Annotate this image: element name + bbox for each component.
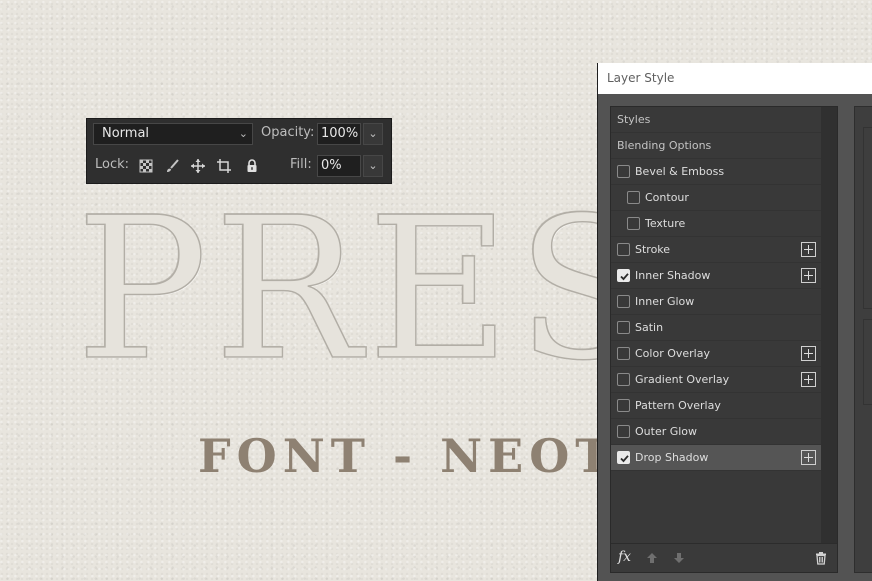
style-checkbox-contour[interactable] — [627, 191, 640, 204]
style-checkbox-stroke[interactable] — [617, 243, 630, 256]
subtitle-line: FONT - NEOTH — [198, 429, 665, 483]
lock-fill-row: Lock: Fill: 0% ⌄ — [87, 153, 391, 181]
style-item-satin[interactable]: Satin — [611, 315, 821, 341]
lock-transparent-pixels-icon[interactable] — [138, 158, 154, 174]
fx-icon[interactable]: fx — [618, 549, 631, 565]
embossed-headline: PRES — [75, 176, 657, 404]
style-item-color-overlay[interactable]: Color Overlay — [611, 341, 821, 367]
lock-artboard-icon[interactable] — [216, 158, 232, 174]
style-item-label: Stroke — [635, 243, 671, 256]
style-item-label: Gradient Overlay — [635, 373, 730, 386]
style-item-label: Color Overlay — [635, 347, 710, 360]
dialog-title: Layer Style — [607, 71, 675, 85]
style-checkbox-pattern-overlay[interactable] — [617, 399, 630, 412]
style-item-styles[interactable]: Styles — [611, 107, 821, 133]
style-item-stroke[interactable]: Stroke — [611, 237, 821, 263]
style-item-label: Blending Options — [617, 139, 712, 152]
style-item-label: Inner Glow — [635, 295, 695, 308]
lock-position-icon[interactable] — [190, 158, 206, 174]
style-item-label: Drop Shadow — [635, 451, 709, 464]
style-item-label: Inner Shadow — [635, 269, 711, 282]
blend-mode-value: Normal — [102, 126, 150, 141]
move-up-icon[interactable] — [645, 550, 659, 569]
style-item-blending-options[interactable]: Blending Options — [611, 133, 821, 159]
style-checkbox-inner-shadow[interactable] — [617, 269, 630, 282]
style-checkbox-drop-shadow[interactable] — [617, 451, 630, 464]
opacity-label: Opacity: — [261, 125, 315, 140]
style-item-drop-shadow[interactable]: Drop Shadow — [611, 445, 821, 471]
style-item-texture[interactable]: Texture — [611, 211, 821, 237]
layer-style-dialog: Layer Style Styles Blending Options Bevel … — [597, 63, 872, 581]
style-item-bevel-emboss[interactable]: Bevel & Emboss — [611, 159, 821, 185]
move-down-icon[interactable] — [672, 550, 686, 569]
styles-scrollbar[interactable] — [821, 107, 837, 545]
blend-mode-select[interactable]: Normal ⌄ — [93, 123, 253, 145]
lock-all-icon[interactable] — [244, 158, 260, 174]
style-settings-panel — [854, 106, 872, 573]
styles-list: Styles Blending Options Bevel & Emboss Cont… — [611, 107, 821, 545]
style-checkbox-inner-glow[interactable] — [617, 295, 630, 308]
styles-panel: Styles Blending Options Bevel & Emboss Cont… — [610, 106, 838, 573]
settings-group-structure — [863, 127, 872, 309]
add-effect-instance-icon[interactable] — [801, 346, 816, 361]
styles-footer: fx — [611, 543, 837, 572]
trash-icon[interactable] — [814, 550, 828, 569]
layers-panel-toolbar: Normal ⌄ Opacity: 100% ⌄ Lock: Fill: 0% … — [86, 118, 392, 184]
chevron-down-icon: ⌄ — [368, 127, 378, 140]
add-effect-instance-icon[interactable] — [801, 372, 816, 387]
style-item-label: Satin — [635, 321, 664, 334]
style-item-label: Bevel & Emboss — [635, 165, 725, 178]
style-item-label: Pattern Overlay — [635, 399, 721, 412]
style-item-contour[interactable]: Contour — [611, 185, 821, 211]
fill-dropdown-button[interactable]: ⌄ — [363, 155, 383, 177]
chevron-down-icon: ⌄ — [238, 127, 248, 140]
checkmark-icon — [620, 273, 629, 281]
chevron-down-icon: ⌄ — [368, 159, 378, 172]
style-item-gradient-overlay[interactable]: Gradient Overlay — [611, 367, 821, 393]
style-item-label: Texture — [645, 217, 686, 230]
lock-image-pixels-icon[interactable] — [164, 158, 180, 174]
style-item-inner-shadow[interactable]: Inner Shadow — [611, 263, 821, 289]
style-checkbox-outer-glow[interactable] — [617, 425, 630, 438]
style-item-outer-glow[interactable]: Outer Glow — [611, 419, 821, 445]
settings-group-quality — [863, 319, 872, 405]
blend-opacity-row: Normal ⌄ Opacity: 100% ⌄ — [87, 121, 391, 149]
opacity-input[interactable]: 100% — [317, 123, 361, 145]
style-checkbox-gradient-overlay[interactable] — [617, 373, 630, 386]
style-checkbox-texture[interactable] — [627, 217, 640, 230]
style-item-label: Styles — [617, 113, 651, 126]
style-item-label: Contour — [645, 191, 689, 204]
style-item-inner-glow[interactable]: Inner Glow — [611, 289, 821, 315]
dialog-body: Styles Blending Options Bevel & Emboss Cont… — [598, 94, 872, 581]
lock-label: Lock: — [95, 157, 130, 172]
checkmark-icon — [620, 455, 629, 463]
style-checkbox-color-overlay[interactable] — [617, 347, 630, 360]
style-checkbox-satin[interactable] — [617, 321, 630, 334]
style-item-pattern-overlay[interactable]: Pattern Overlay — [611, 393, 821, 419]
add-effect-instance-icon[interactable] — [801, 268, 816, 283]
dialog-titlebar[interactable]: Layer Style — [598, 63, 872, 94]
style-item-label: Outer Glow — [635, 425, 698, 438]
fill-input[interactable]: 0% — [317, 155, 361, 177]
style-checkbox-bevel-emboss[interactable] — [617, 165, 630, 178]
opacity-dropdown-button[interactable]: ⌄ — [363, 123, 383, 145]
fill-label: Fill: — [290, 157, 312, 172]
add-effect-instance-icon[interactable] — [801, 242, 816, 257]
add-effect-instance-icon[interactable] — [801, 450, 816, 465]
